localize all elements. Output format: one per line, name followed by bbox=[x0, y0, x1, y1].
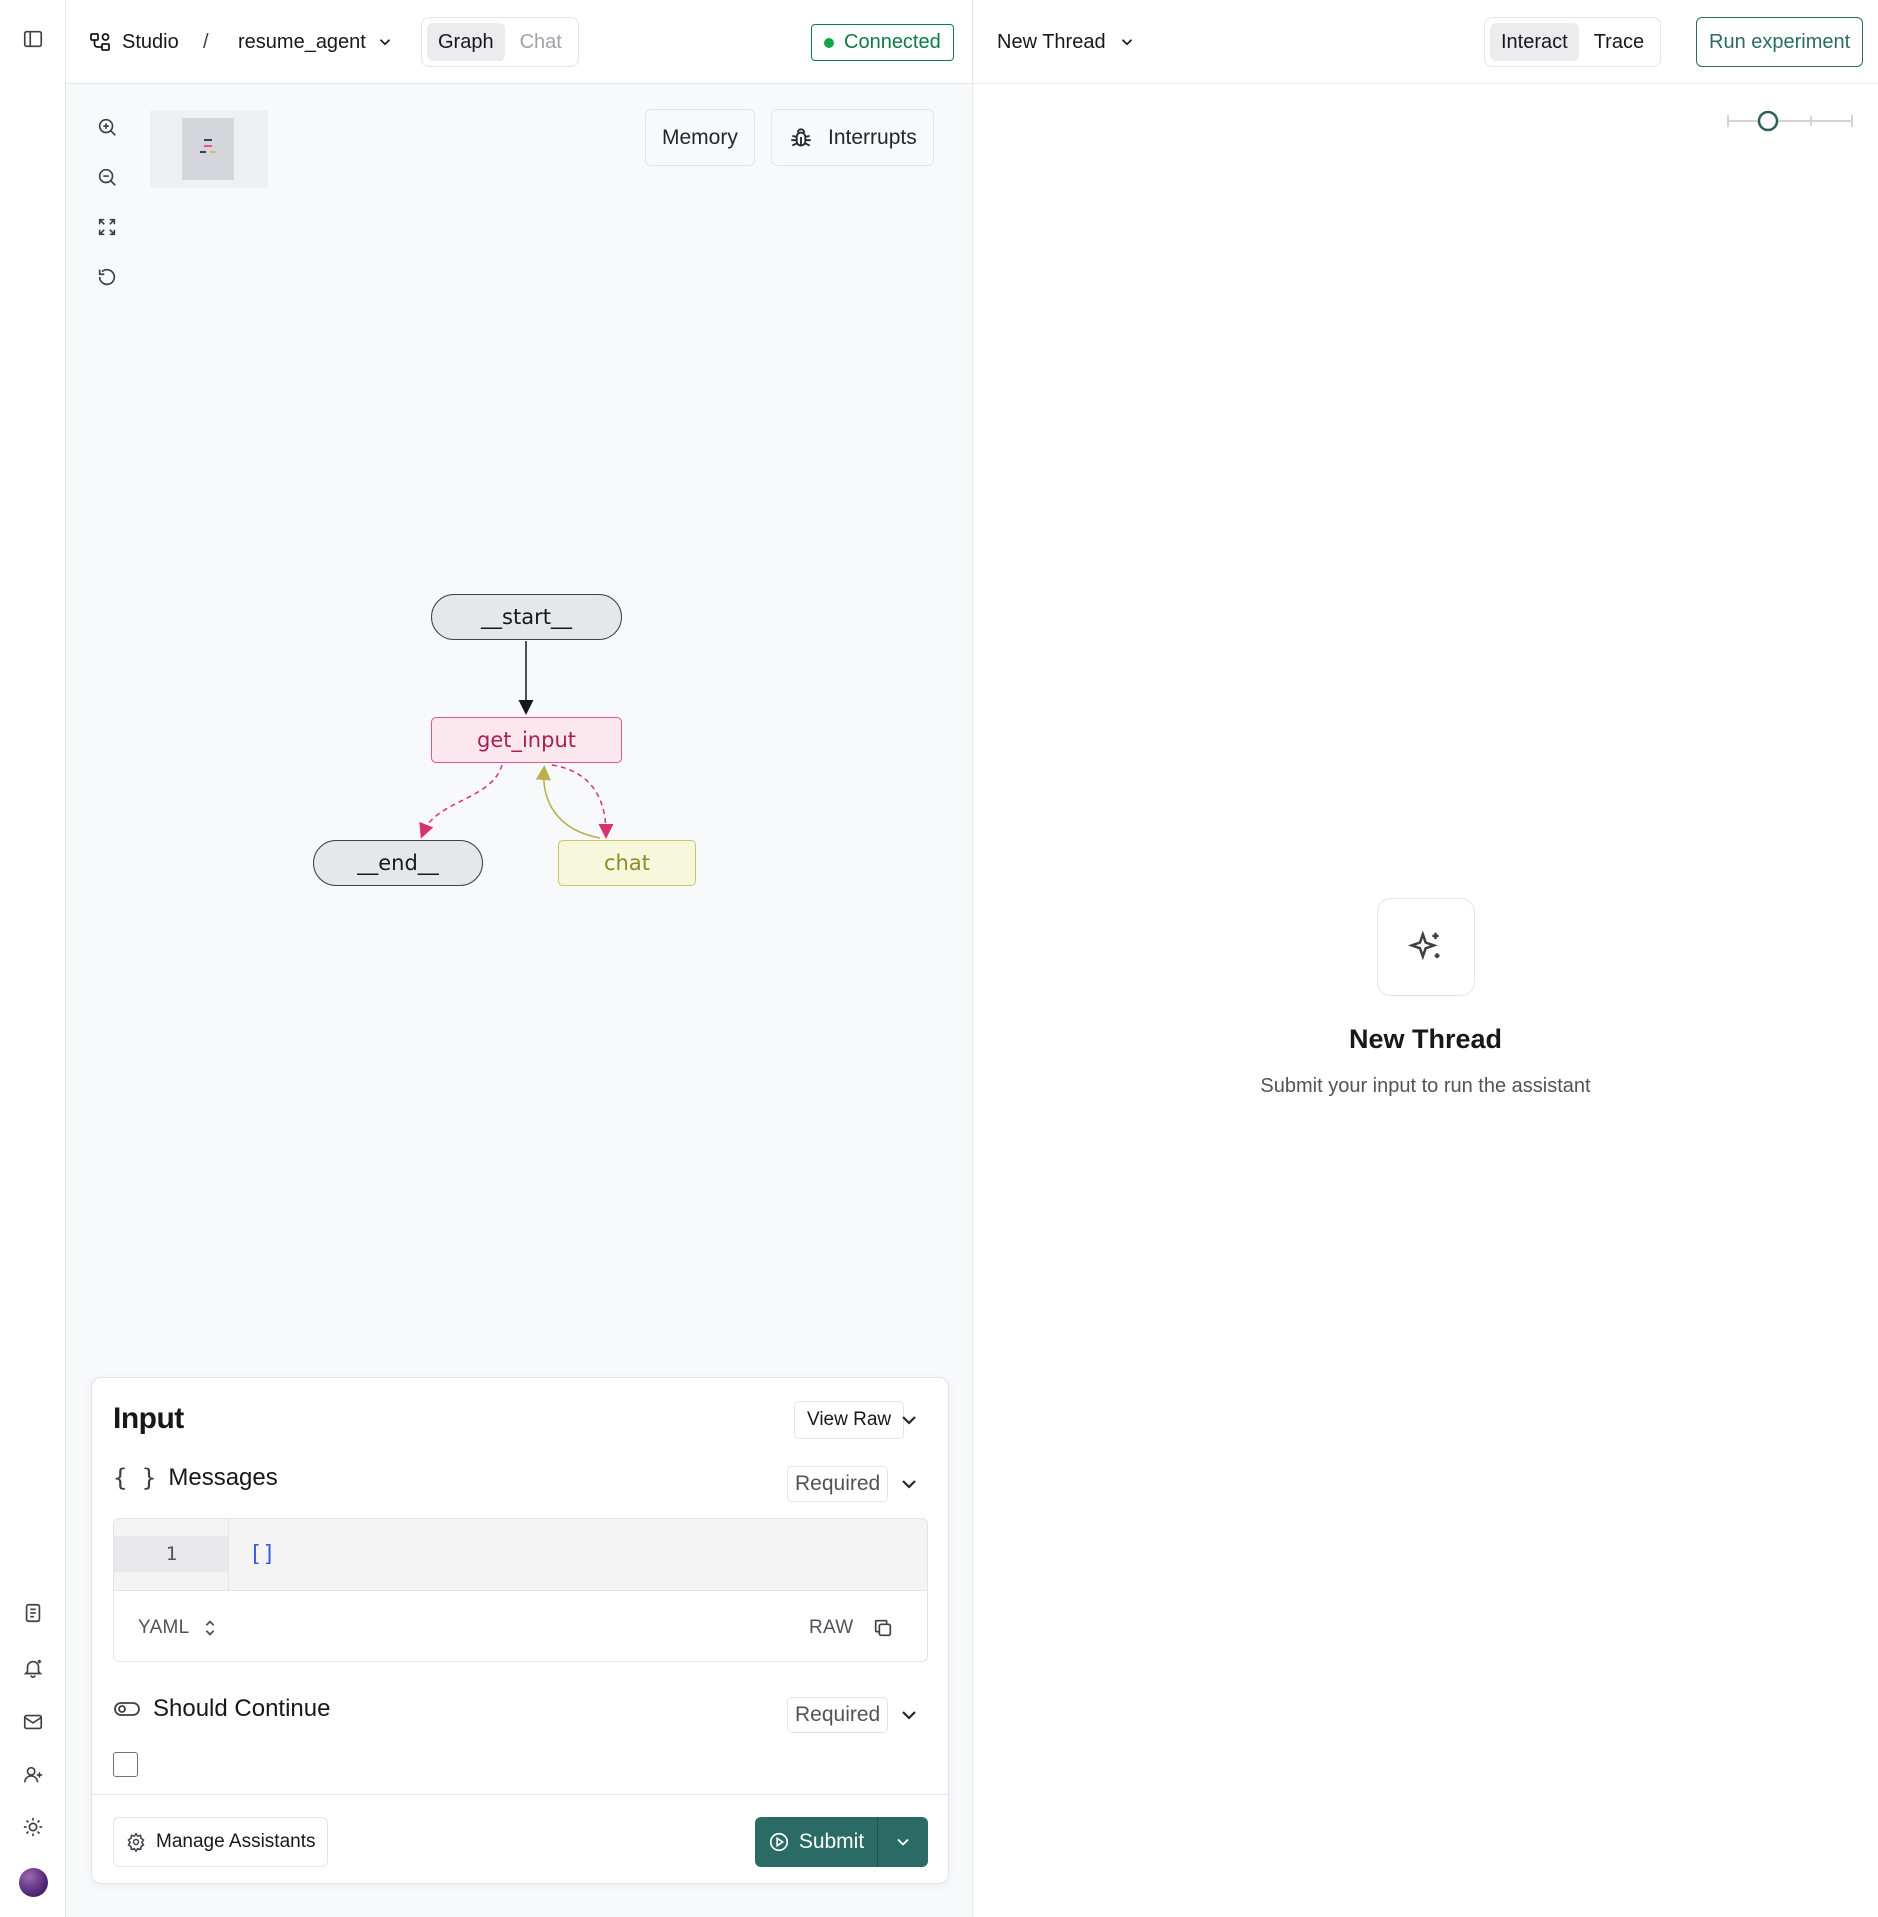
editor-gutter: 1 bbox=[114, 1519, 229, 1590]
copy-icon[interactable] bbox=[872, 1591, 894, 1661]
code-line[interactable]: [] bbox=[249, 1536, 276, 1572]
should-continue-field-label: Should Continue bbox=[113, 1695, 330, 1723]
app-rail bbox=[0, 0, 66, 1917]
should-continue-chevron-down-icon[interactable] bbox=[897, 1703, 921, 1727]
format-selector[interactable]: YAML bbox=[138, 1591, 218, 1661]
user-avatar[interactable] bbox=[19, 1868, 48, 1897]
empty-state-title: New Thread bbox=[1348, 1024, 1503, 1054]
gear-icon bbox=[126, 1832, 146, 1852]
graph-node-end[interactable]: __end__ bbox=[313, 840, 483, 886]
submit-label: Submit bbox=[798, 1830, 865, 1853]
should-continue-label: Should Continue bbox=[153, 1695, 331, 1722]
graph-edges bbox=[419, 641, 614, 839]
manage-assistants-label: Manage Assistants bbox=[156, 1831, 316, 1852]
invite-user-icon[interactable] bbox=[19, 1761, 47, 1789]
braces-icon: { } bbox=[113, 1464, 157, 1492]
thread-panel: New Thread Interact Trace Run experiment… bbox=[973, 0, 1878, 1917]
collapse-input-chevron-icon[interactable] bbox=[897, 1408, 921, 1432]
play-circle-icon bbox=[768, 1831, 790, 1853]
editor-footer: YAML RAW bbox=[114, 1590, 927, 1661]
manage-assistants-button[interactable]: Manage Assistants bbox=[113, 1817, 329, 1867]
notifications-icon[interactable] bbox=[19, 1654, 47, 1682]
messages-code-editor[interactable]: 1 [] YAML RAW bbox=[113, 1518, 928, 1662]
card-divider bbox=[92, 1794, 948, 1795]
submit-button[interactable]: Submit bbox=[755, 1817, 878, 1867]
line-number: 1 bbox=[114, 1536, 229, 1572]
chevron-up-down-icon bbox=[202, 1617, 218, 1639]
thread-topbar: New Thread Interact Trace Run experiment bbox=[973, 0, 1878, 84]
edge-get-input-to-end bbox=[419, 764, 503, 839]
run-experiment-button[interactable]: Run experiment bbox=[1696, 17, 1864, 67]
messages-label: Messages bbox=[168, 1464, 278, 1491]
empty-state-subtitle: Submit your input to run the assistant bbox=[1260, 1075, 1591, 1097]
messages-required-badge: Required bbox=[787, 1466, 889, 1502]
format-label: YAML bbox=[138, 1616, 190, 1638]
editor-code-area[interactable]: [] bbox=[229, 1519, 927, 1590]
graph-panel: Studio / resume_agent Graph Chat Connect… bbox=[66, 0, 973, 1917]
should-continue-required-badge: Required bbox=[787, 1697, 889, 1733]
docs-icon[interactable] bbox=[19, 1599, 47, 1627]
thread-slider[interactable] bbox=[1725, 108, 1855, 134]
mail-icon[interactable] bbox=[19, 1708, 47, 1736]
mode-tabs: Interact Trace bbox=[1484, 17, 1662, 67]
messages-field-label: { } Messages bbox=[113, 1464, 278, 1492]
thread-selector-label: New Thread bbox=[997, 30, 1106, 53]
graph-node-start[interactable]: __start__ bbox=[431, 594, 622, 640]
sparkle-icon bbox=[1377, 898, 1475, 996]
view-raw-button[interactable]: View Raw bbox=[794, 1401, 905, 1439]
thread-selector[interactable]: New Thread bbox=[997, 0, 1136, 84]
edge-get-input-to-chat bbox=[551, 764, 614, 839]
theme-toggle-icon[interactable] bbox=[19, 1813, 47, 1841]
messages-chevron-down-icon[interactable] bbox=[897, 1472, 921, 1496]
graph-node-get-input[interactable]: get_input bbox=[431, 717, 622, 763]
input-panel-title: Input bbox=[113, 1402, 184, 1435]
sidebar-toggle-icon[interactable] bbox=[19, 25, 47, 53]
chevron-down-icon bbox=[1118, 33, 1136, 51]
edge-chat-to-get-input bbox=[535, 765, 601, 839]
input-panel: Input View Raw { } Messages Required 1 [… bbox=[91, 1377, 949, 1884]
submit-options-chevron-icon[interactable] bbox=[878, 1817, 928, 1867]
tab-trace[interactable]: Trace bbox=[1583, 23, 1655, 61]
toggle-icon bbox=[113, 1697, 141, 1721]
submit-button-group: Submit bbox=[755, 1817, 928, 1867]
tab-interact[interactable]: Interact bbox=[1490, 23, 1579, 61]
graph-node-chat[interactable]: chat bbox=[558, 840, 696, 886]
should-continue-checkbox[interactable] bbox=[113, 1752, 138, 1777]
raw-toggle[interactable]: RAW bbox=[809, 1591, 854, 1661]
